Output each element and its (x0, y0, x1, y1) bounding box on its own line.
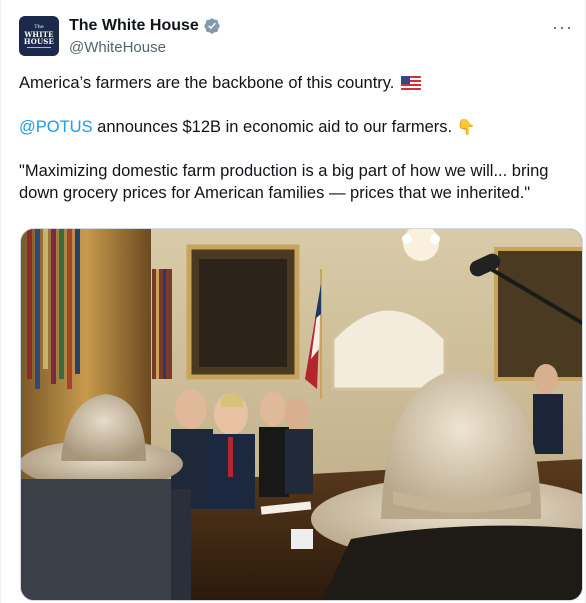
tweet-text: America’s farmers are the backbone of th… (19, 72, 579, 204)
tweet-line-1: America’s farmers are the backbone of th… (19, 72, 579, 94)
tweet-media-photo[interactable] (20, 228, 583, 601)
verified-badge-icon (204, 18, 220, 34)
author-handle[interactable]: @WhiteHouse (69, 38, 221, 58)
tweet-quote: "Maximizing domestic farm production is … (19, 162, 549, 202)
author-name-row: The White House (69, 16, 221, 36)
author-block: The White House @WhiteHouse (69, 16, 221, 58)
pointing-down-hand-emoji: 👇 (456, 118, 476, 136)
tweet-card: The WHITE HOUSE The White House @WhiteHo… (0, 0, 586, 603)
tweet-line-2-text: announces $12B in economic aid to our fa… (92, 118, 453, 136)
avatar-rule (27, 46, 51, 48)
tweet-header: The WHITE HOUSE The White House @WhiteHo… (19, 16, 579, 60)
avatar-small-text: The (34, 23, 44, 30)
us-flag-emoji (401, 76, 421, 90)
more-horizontal-icon[interactable]: ··· (552, 18, 573, 36)
avatar-line2: HOUSE (23, 36, 55, 46)
tweet-line-1-text: America’s farmers are the backbone of th… (19, 74, 395, 92)
portrait-left-canvas (199, 259, 287, 367)
author-display-name[interactable]: The White House (69, 16, 199, 36)
white-house-meeting-photo (21, 229, 582, 600)
mention-link[interactable]: @POTUS (19, 118, 93, 136)
avatar[interactable]: The WHITE HOUSE (19, 16, 59, 56)
tweet-line-2: @POTUS announces $12B in economic aid to… (19, 116, 579, 138)
